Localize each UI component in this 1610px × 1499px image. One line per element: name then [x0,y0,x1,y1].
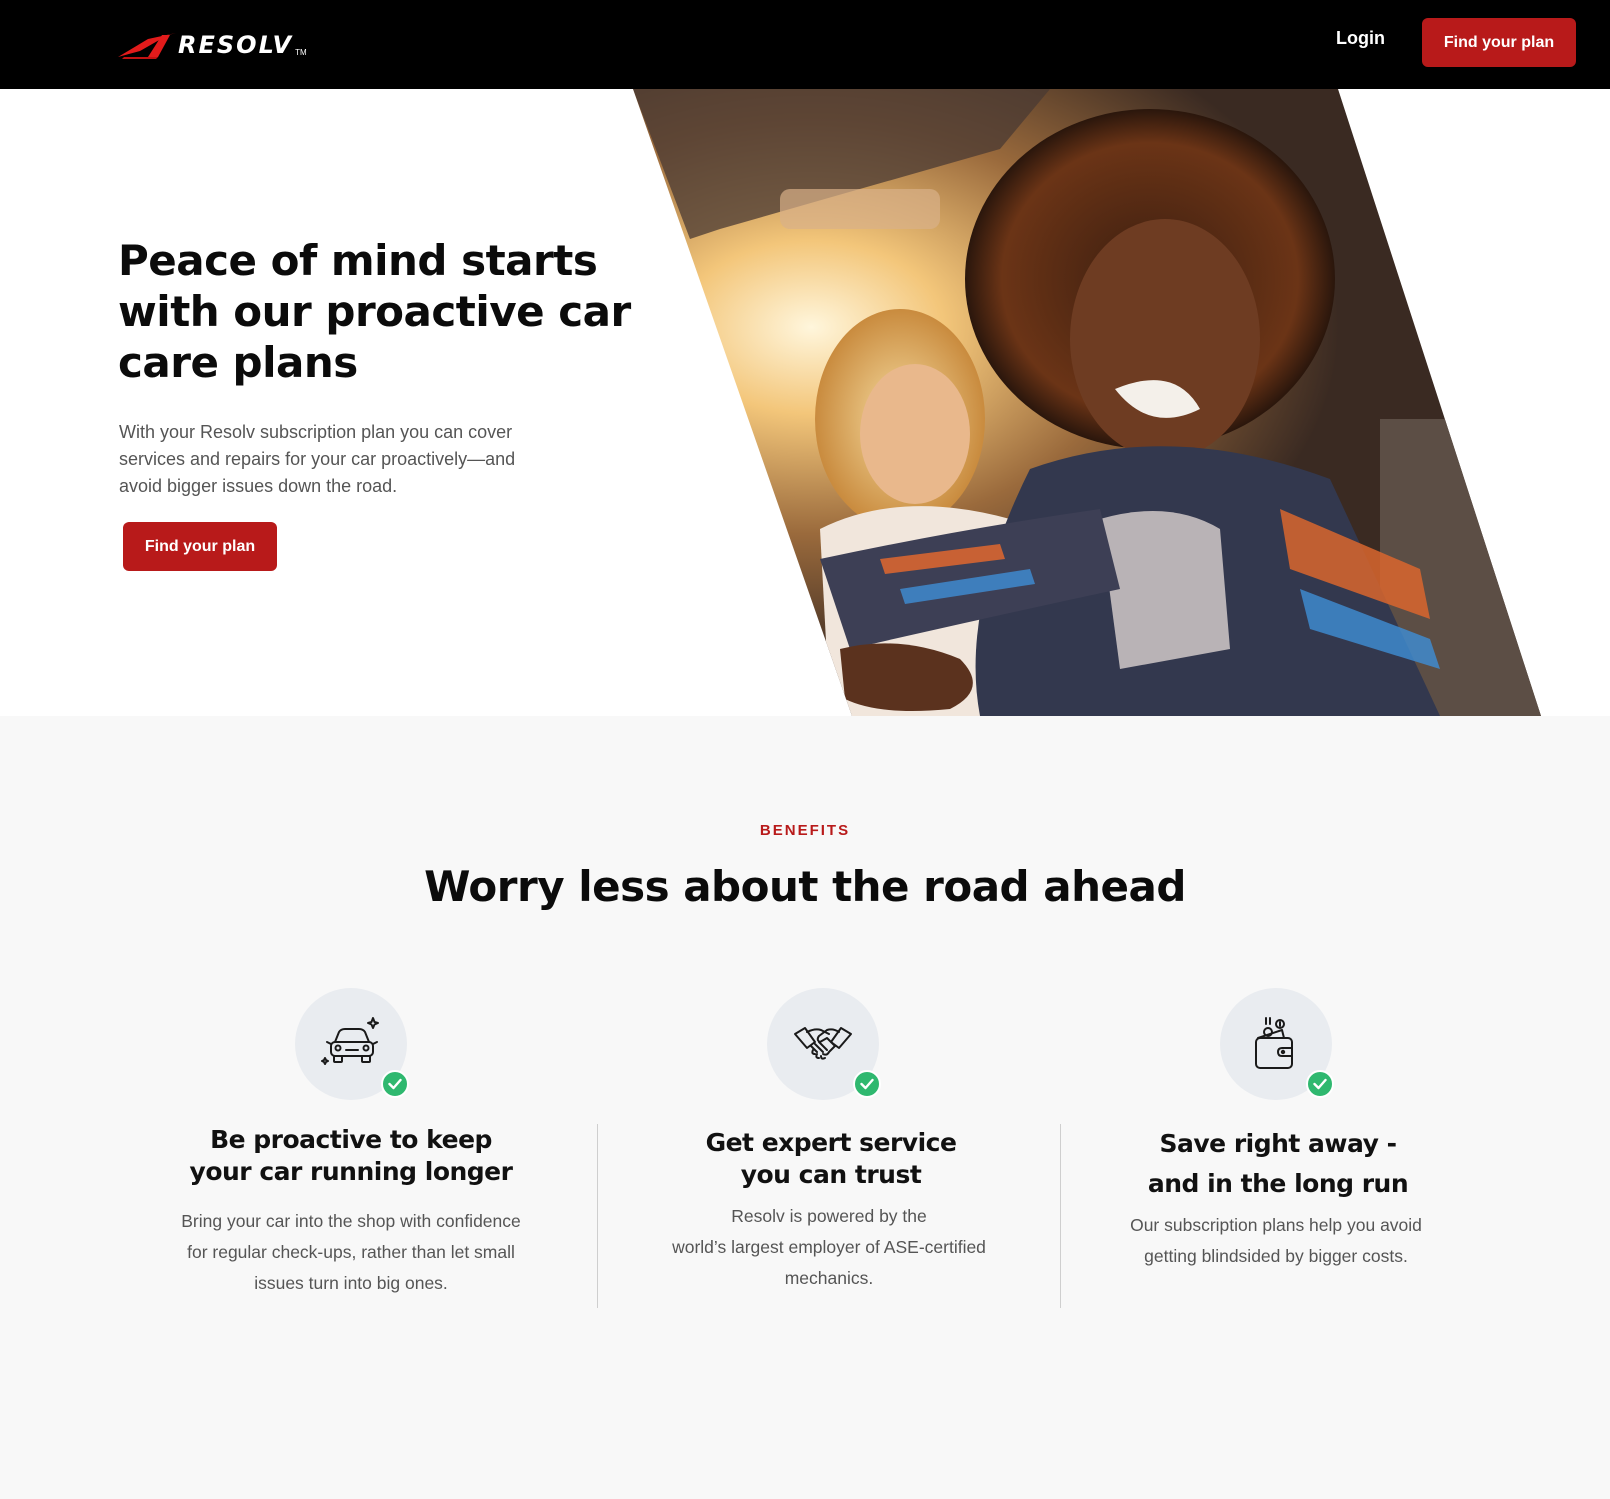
benefit-divider [597,1124,598,1308]
benefit-description: Our subscription plans help you avoid ge… [1130,1215,1422,1266]
benefits-eyebrow: BENEFITS [759,822,851,839]
hero-section: Peace of mind starts with our proactive … [0,89,1610,716]
header-find-plan-button[interactable]: Find your plan [1422,18,1576,67]
benefit-description: Bring your car into the shop with confid… [181,1211,521,1293]
resolv-logo[interactable]: RESOLV TM [118,28,307,62]
hero-find-plan-button[interactable]: Find your plan [123,522,277,571]
wallet-coins-icon [1255,1017,1293,1069]
benefit-title: Save right away - and in the long run [1147,1129,1409,1198]
check-badge-icon [853,1070,881,1098]
logo-trademark: TM [295,47,307,57]
benefit-title: Be proactive to keep your car running lo… [189,1125,513,1186]
benefit-description: Resolv is powered by the world’s largest… [672,1206,986,1288]
login-link[interactable]: Login [1336,28,1385,49]
benefits-section: BENEFITS Worry less about the road ahead… [0,716,1610,1499]
car-sparkle-icon [321,1017,379,1065]
check-badge-icon [381,1070,409,1098]
benefit-title: Get expert service you can trust [705,1128,957,1189]
hero-title: Peace of mind starts with our proactive … [118,236,631,387]
logo-wordmark: RESOLV [178,31,294,59]
hero-photo [633,89,1541,716]
benefit-icon-badge [295,988,409,1100]
benefits-title: Worry less about the road ahead [424,862,1186,911]
benefit-icon-badge [1220,988,1334,1100]
handshake-icon [794,1027,852,1060]
check-badge-icon [1306,1070,1334,1098]
logo-swoosh-icon [118,33,176,59]
hero-subtitle: With your Resolv subscription plan you c… [119,422,516,496]
site-header: RESOLV TM Login Find your plan [0,0,1610,89]
benefit-icon-badge [767,988,881,1100]
